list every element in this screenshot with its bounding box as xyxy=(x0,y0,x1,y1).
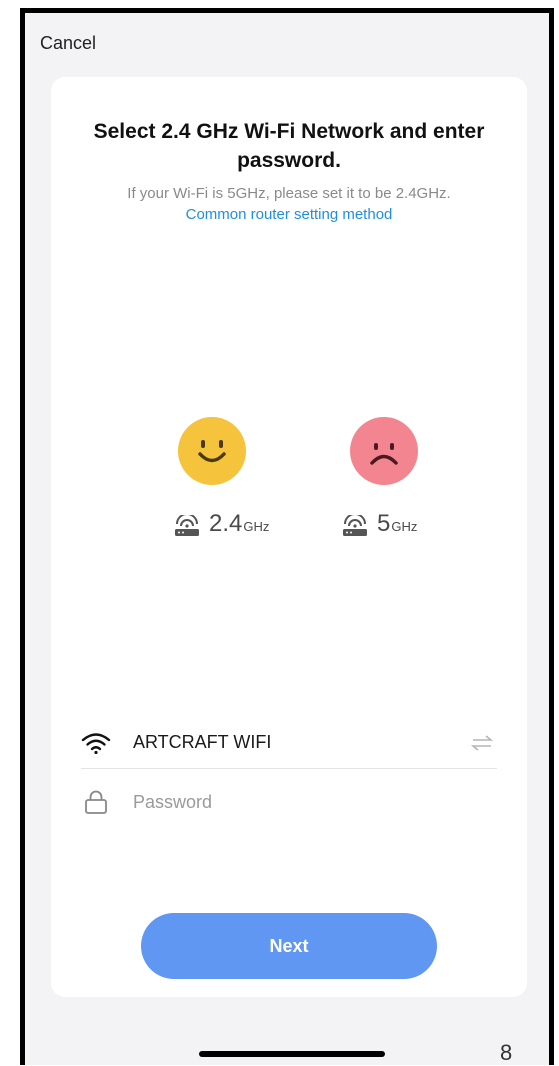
wifi-icon xyxy=(81,732,111,754)
password-input[interactable] xyxy=(133,791,463,813)
page-title: Select 2.4 GHz Wi-Fi Network and enter p… xyxy=(93,120,485,172)
router-icon xyxy=(175,515,199,536)
setup-card: Select 2.4 GHz Wi-Fi Network and enter p… xyxy=(51,77,527,997)
home-indicator[interactable] xyxy=(199,1051,385,1057)
phone-frame: Cancel Select 2.4 GHz Wi-Fi Network and … xyxy=(20,8,554,1065)
wifi-network-row[interactable]: ARTCRAFT WIFI xyxy=(81,717,497,769)
router-icon xyxy=(343,515,367,536)
happy-face-icon xyxy=(178,417,246,485)
lock-icon xyxy=(85,790,107,814)
band-5ghz: 5 GHz xyxy=(341,507,417,537)
band-unit: GHz xyxy=(391,519,418,534)
cancel-button[interactable]: Cancel xyxy=(40,33,96,54)
band-hint-text: If your Wi-Fi is 5GHz, please set it to … xyxy=(127,185,451,202)
band-unit: GHz xyxy=(243,519,270,534)
next-button[interactable]: Next xyxy=(141,913,437,979)
wifi-ssid: ARTCRAFT WIFI xyxy=(133,732,272,752)
switch-network-icon[interactable] xyxy=(471,734,493,752)
page-number: 8 xyxy=(500,1040,513,1065)
band-number: 5 xyxy=(377,510,391,537)
band-number: 2.4 xyxy=(209,510,243,537)
password-row xyxy=(81,777,497,827)
router-setting-link[interactable]: Common router setting method xyxy=(51,206,527,223)
sad-face-icon xyxy=(350,417,418,485)
band-2-4ghz: 2.4 GHz xyxy=(173,507,269,537)
